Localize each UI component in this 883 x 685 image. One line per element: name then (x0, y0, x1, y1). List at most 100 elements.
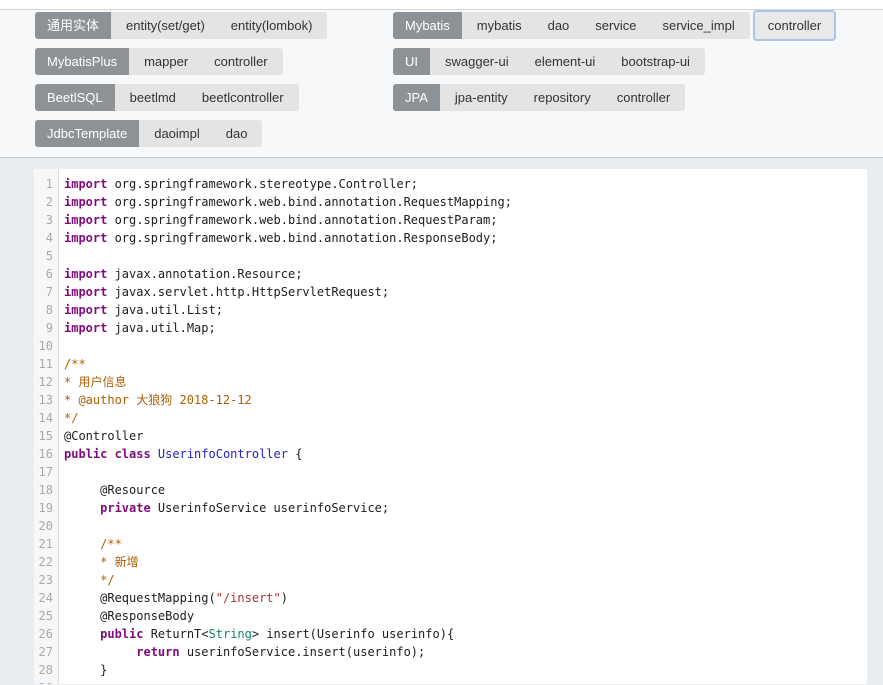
code-text (58, 517, 64, 535)
line-number: 10 (34, 337, 58, 355)
code-text: * 新增 (58, 553, 139, 571)
code-text: * 用户信息 (58, 373, 126, 391)
tab-controller-selected[interactable]: controller (753, 10, 836, 41)
code-text: import java.util.List; (58, 301, 223, 319)
tab-group-mybatisplus: MybatisPlusmappercontroller (35, 48, 283, 75)
tab-group-mybatis: Mybatismybatisdaoserviceservice_impl (393, 12, 750, 39)
code-text (58, 247, 64, 265)
tab-group-jpa: JPA jpa-entity repository controller (393, 84, 685, 111)
line-number: 8 (34, 301, 58, 319)
code-line: 12* 用户信息 (34, 373, 867, 391)
code-generator-page: 通用实体entity(set/get)entity(lombok)Mybatis… (0, 0, 883, 685)
code-text: public class UserinfoController { (58, 445, 302, 463)
code-text (58, 463, 64, 481)
tab-row: BeetlSQLbeetlmdbeetlcontroller (35, 84, 393, 111)
code-text: import javax.annotation.Resource; (58, 265, 302, 283)
line-number: 17 (34, 463, 58, 481)
tab-row: Mybatismybatisdaoserviceservice_implcont… (393, 12, 836, 39)
code-text: public ReturnT<String> insert(Userinfo u… (58, 625, 454, 643)
code-line: 2import org.springframework.web.bind.ann… (34, 193, 867, 211)
tab-row: JPA jpa-entity repository controller (393, 84, 836, 111)
tab-mapper[interactable]: mapper (144, 54, 188, 69)
code-text: import org.springframework.stereotype.Co… (58, 175, 418, 193)
code-text: */ (58, 409, 78, 427)
tab-dao[interactable]: dao (548, 18, 570, 33)
code-line: 11/** (34, 355, 867, 373)
code-text: import javax.servlet.http.HttpServletReq… (58, 283, 389, 301)
tab-daoimpl[interactable]: daoimpl (154, 126, 200, 141)
code-line: 24 @RequestMapping("/insert") (34, 589, 867, 607)
code-line: 20 (34, 517, 867, 535)
code-text: @Resource (58, 481, 165, 499)
tab-bootstrap-ui[interactable]: bootstrap-ui (621, 54, 690, 69)
code-line: 4import org.springframework.web.bind.ann… (34, 229, 867, 247)
code-line: 7import javax.servlet.http.HttpServletRe… (34, 283, 867, 301)
tab-group-items: beetlmd beetlcontroller (115, 84, 299, 111)
tab-group-label: JPA (393, 84, 440, 111)
line-number: 9 (34, 319, 58, 337)
tab-jpa-entity[interactable]: jpa-entity (455, 90, 508, 105)
line-number: 5 (34, 247, 58, 265)
code-editor: 1import org.springframework.stereotype.C… (34, 169, 867, 684)
line-number: 14 (34, 409, 58, 427)
tab-group-items: daoimpl dao (139, 120, 262, 147)
tab-entity-lombok[interactable]: entity(lombok) (231, 18, 313, 33)
tab-beetlcontroller[interactable]: beetlcontroller (202, 90, 284, 105)
line-number: 26 (34, 625, 58, 643)
line-number: 27 (34, 643, 58, 661)
tab-group-items: swagger-ui element-ui bootstrap-ui (430, 48, 705, 75)
tab-mybatis[interactable]: mybatis (477, 18, 522, 33)
code-text: * @author 大狼狗 2018-12-12 (58, 391, 252, 409)
tab-swagger-ui[interactable]: swagger-ui (445, 54, 509, 69)
tab-column-left: 通用实体entity(set/get)entity(lombok)Mybatis… (35, 12, 393, 147)
tab-service[interactable]: service (595, 18, 636, 33)
line-number: 15 (34, 427, 58, 445)
line-number: 29 (34, 679, 58, 684)
code-text: @RequestMapping("/insert") (58, 589, 288, 607)
code-line: 18 @Resource (34, 481, 867, 499)
code-text (58, 679, 64, 684)
tab-group-items: jpa-entity repository controller (440, 84, 685, 111)
line-number: 22 (34, 553, 58, 571)
code-line: 16public class UserinfoController { (34, 445, 867, 463)
tab-row: UIswagger-uielement-uibootstrap-ui (393, 48, 836, 75)
code-text: @Controller (58, 427, 143, 445)
tab-controller[interactable]: controller (617, 90, 670, 105)
line-number: 28 (34, 661, 58, 679)
code-line: 19 private UserinfoService userinfoServi… (34, 499, 867, 517)
code-text: /** (58, 355, 86, 373)
code-text: import org.springframework.web.bind.anno… (58, 229, 497, 247)
code-line: 14*/ (34, 409, 867, 427)
tab-element-ui[interactable]: element-ui (535, 54, 596, 69)
line-number: 11 (34, 355, 58, 373)
tab-controller[interactable]: controller (214, 54, 267, 69)
tab-group-beetlsql: BeetlSQLbeetlmdbeetlcontroller (35, 84, 299, 111)
top-strip (0, 0, 883, 10)
tab-dao[interactable]: dao (226, 126, 248, 141)
tab-row: 通用实体entity(set/get)entity(lombok) (35, 12, 393, 39)
tab-repository[interactable]: repository (534, 90, 591, 105)
line-number: 6 (34, 265, 58, 283)
line-number: 24 (34, 589, 58, 607)
code-line: 27 return userinfoService.insert(userinf… (34, 643, 867, 661)
code-text (58, 337, 64, 355)
code-line: 9import java.util.Map; (34, 319, 867, 337)
code-line: 8import java.util.List; (34, 301, 867, 319)
code-text: import java.util.Map; (58, 319, 216, 337)
code-line: 10 (34, 337, 867, 355)
template-tabs-panel: 通用实体entity(set/get)entity(lombok)Mybatis… (0, 10, 883, 158)
line-number: 1 (34, 175, 58, 193)
tab-beetlmd[interactable]: beetlmd (130, 90, 176, 105)
code-line: 23 */ (34, 571, 867, 589)
code-line: 21 /** (34, 535, 867, 553)
code-line: 17 (34, 463, 867, 481)
tab-entity-set-get[interactable]: entity(set/get) (126, 18, 205, 33)
line-number: 12 (34, 373, 58, 391)
tab-column-right: Mybatismybatisdaoserviceservice_implcont… (393, 12, 836, 147)
line-number: 4 (34, 229, 58, 247)
line-number: 18 (34, 481, 58, 499)
line-number: 7 (34, 283, 58, 301)
tab-service-impl[interactable]: service_impl (662, 18, 734, 33)
code-line: 29 (34, 679, 867, 684)
code-line: 26 public ReturnT<String> insert(Userinf… (34, 625, 867, 643)
